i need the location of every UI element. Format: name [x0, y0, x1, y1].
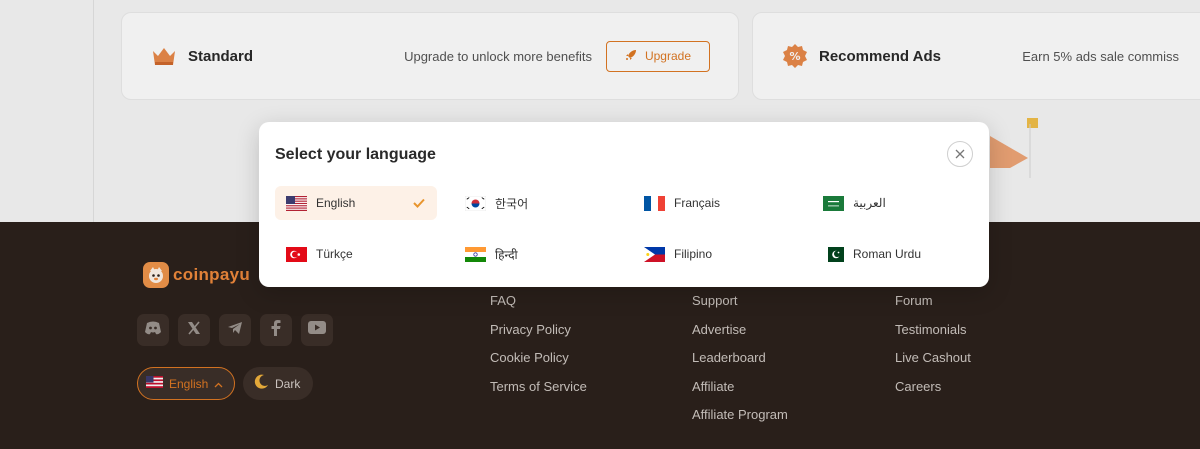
- fr-flag-icon: [644, 195, 665, 211]
- language-label: 한국어: [495, 196, 529, 211]
- language-option-english[interactable]: English: [275, 186, 437, 220]
- language-option-filipino[interactable]: Filipino: [633, 237, 795, 271]
- language-label: हिन्दी: [495, 247, 518, 262]
- modal-title: Select your language: [275, 146, 436, 163]
- pk-flag-icon: [823, 246, 844, 262]
- ph-flag-icon: [644, 246, 665, 262]
- language-option-french[interactable]: Français: [633, 186, 795, 220]
- sa-flag-icon: [823, 195, 844, 211]
- tr-flag-icon: [286, 246, 307, 262]
- checkmark-icon: [412, 196, 426, 210]
- language-option-hindi[interactable]: हिन्दी: [454, 237, 616, 271]
- language-option-korean[interactable]: 한국어: [454, 186, 616, 220]
- language-option-roman-urdu[interactable]: Roman Urdu: [812, 237, 974, 271]
- language-label: Filipino: [674, 247, 713, 261]
- us-flag-icon: [286, 195, 307, 211]
- language-label: Türkçe: [316, 247, 353, 261]
- language-label: Roman Urdu: [853, 247, 922, 261]
- language-option-turkish[interactable]: Türkçe: [275, 237, 437, 271]
- language-label: Français: [674, 196, 721, 210]
- close-icon: [955, 147, 965, 162]
- kr-flag-icon: [464, 195, 487, 211]
- in-flag-icon: [465, 246, 486, 262]
- language-option-arabic[interactable]: العربية: [812, 186, 974, 220]
- close-button[interactable]: [947, 141, 973, 167]
- language-modal: Select your language English 한국어 Françai…: [259, 122, 989, 287]
- language-label: English: [316, 196, 356, 210]
- language-label: العربية: [853, 196, 886, 210]
